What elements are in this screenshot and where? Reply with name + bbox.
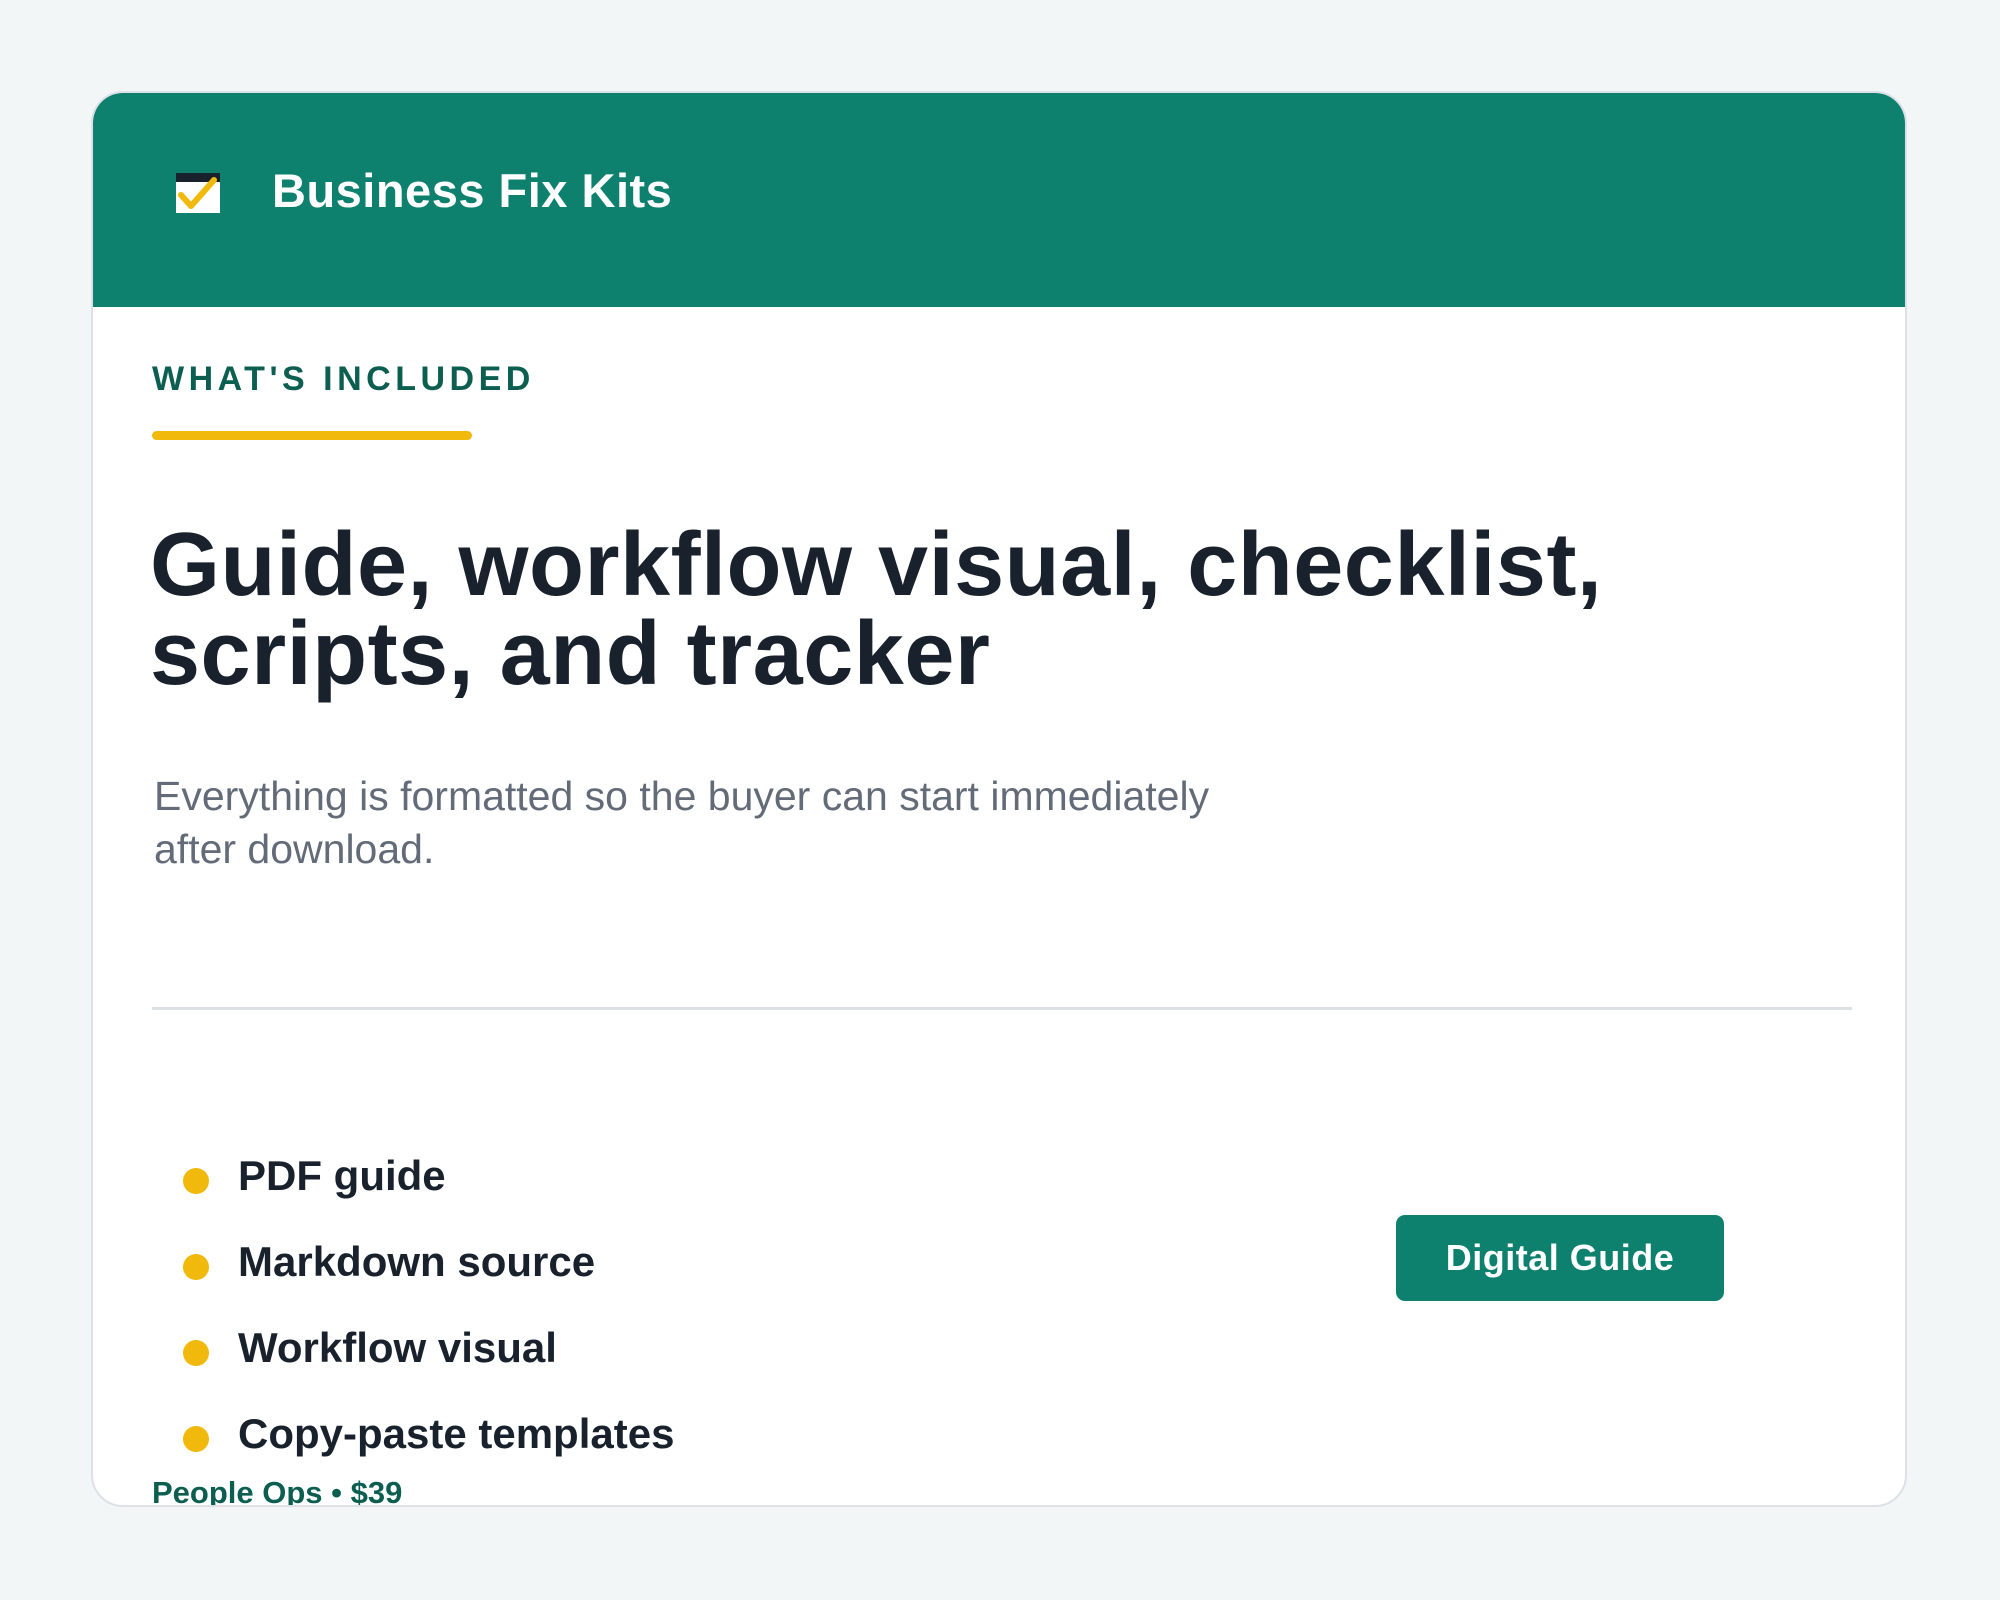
calendar-check-icon [176, 173, 220, 213]
list-item: Markdown source [152, 1219, 674, 1305]
list-item: Workflow visual [152, 1305, 674, 1391]
eyebrow-underline [152, 431, 472, 440]
bullet-dot-icon [183, 1254, 209, 1280]
page-title: Guide, workflow visual, checklist, scrip… [150, 515, 1603, 704]
bullet-dot-icon [183, 1340, 209, 1366]
feature-label: PDF guide [238, 1151, 446, 1199]
page-subtitle: Everything is formatted so the buyer can… [154, 773, 1210, 872]
list-item: Copy-paste templates [152, 1391, 674, 1477]
feature-list: PDF guide Markdown source Workflow visua… [152, 1133, 674, 1477]
section-eyebrow: WHAT'S INCLUDED [152, 360, 535, 398]
divider [152, 1007, 1852, 1010]
feature-label: Workflow visual [238, 1323, 557, 1371]
bullet-dot-icon [183, 1168, 209, 1194]
header-bar: Business Fix Kits [93, 93, 1905, 307]
digital-guide-button[interactable]: Digital Guide [1396, 1215, 1724, 1301]
feature-label: Copy-paste templates [238, 1409, 675, 1457]
bullet-dot-icon [183, 1426, 209, 1452]
feature-label: Markdown source [238, 1237, 596, 1285]
product-card: Business Fix Kits WHAT'S INCLUDED Guide,… [91, 91, 1907, 1507]
product-meta: People Ops • $39 [152, 1475, 403, 1507]
brand-name: Business Fix Kits [272, 164, 673, 217]
list-item: PDF guide [152, 1133, 674, 1219]
